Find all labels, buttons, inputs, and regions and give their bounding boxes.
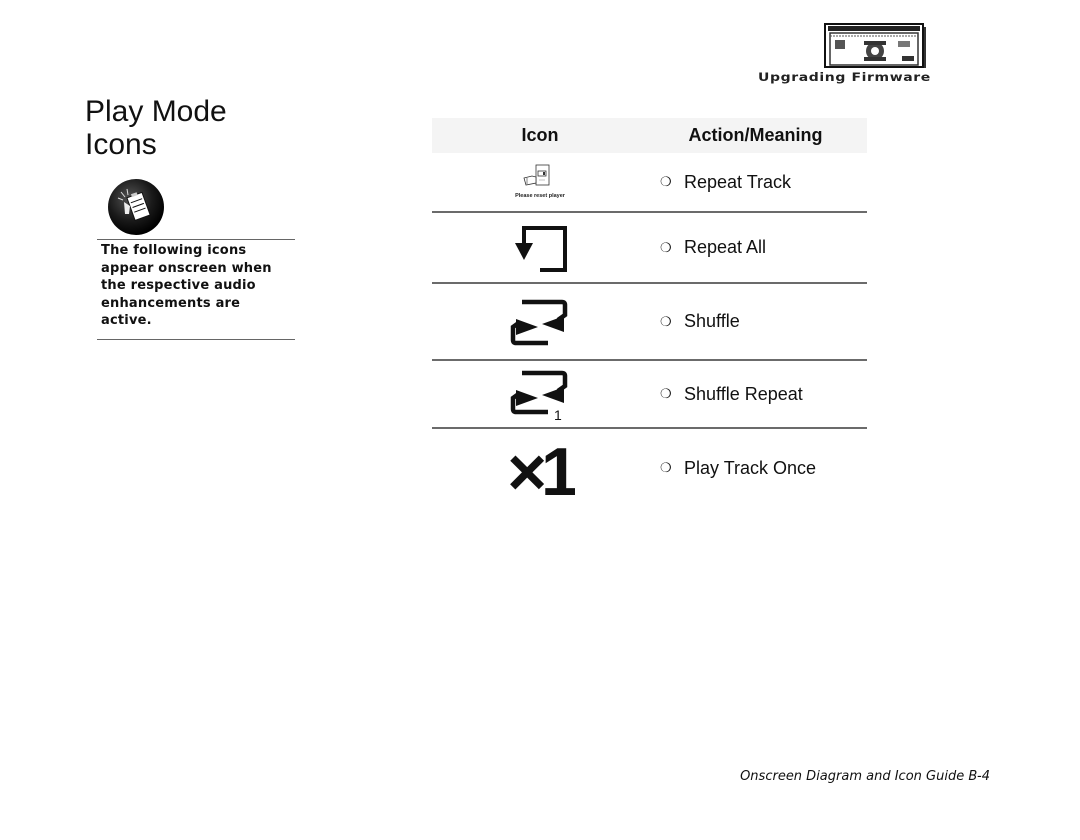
bullet-icon: ❍ bbox=[660, 239, 672, 255]
note-clipboard-icon bbox=[107, 178, 165, 236]
play-mode-icon-table: Icon Action/Meaning Please reset player … bbox=[432, 118, 867, 507]
column-header-icon: Icon bbox=[521, 125, 559, 145]
firmware-window-icon bbox=[824, 23, 926, 69]
action-label: Play Track Once bbox=[684, 457, 817, 478]
action-cell: ❍ Shuffle Repeat bbox=[648, 384, 867, 405]
bullet-icon: ❍ bbox=[660, 313, 672, 329]
shuffle-repeat-icon: 1 bbox=[432, 368, 648, 420]
action-cell: ❍ Repeat All bbox=[648, 237, 867, 258]
page-title-line1: Play Mode bbox=[85, 95, 227, 128]
bullet-icon: ❍ bbox=[660, 386, 672, 401]
icon-caption: Please reset player bbox=[515, 193, 566, 199]
action-cell: ❍ Shuffle bbox=[648, 311, 867, 332]
note-text: The following icons appear onscreen when… bbox=[101, 243, 272, 328]
table-row: ❍ Repeat All bbox=[432, 213, 867, 284]
play-track-once-icon: ×1 bbox=[432, 436, 648, 500]
action-label: Repeat Track bbox=[684, 171, 792, 192]
icon-badge: 1 bbox=[554, 407, 562, 420]
table-row: ❍ Shuffle bbox=[432, 284, 867, 361]
bullet-icon: ❍ bbox=[660, 174, 672, 189]
page-title: Play Mode Icons bbox=[85, 95, 227, 161]
action-cell: ❍ Play Track Once bbox=[648, 458, 867, 479]
action-label: Shuffle bbox=[684, 311, 740, 331]
bullet-icon: ❍ bbox=[660, 460, 672, 475]
repeat-all-icon bbox=[432, 223, 648, 273]
action-label: Repeat All bbox=[684, 237, 767, 257]
note-box: The following icons appear onscreen when… bbox=[97, 239, 295, 340]
table-row: Please reset player ❍ Repeat Track bbox=[432, 153, 867, 213]
section-caption: Upgrading Firmware bbox=[758, 71, 931, 85]
table-row: ×1 ❍ Play Track Once bbox=[432, 429, 867, 507]
column-header-action: Action/Meaning bbox=[688, 125, 823, 145]
table-header: Icon Action/Meaning bbox=[432, 118, 867, 153]
page-title-line2: Icons bbox=[85, 128, 157, 161]
action-label: Shuffle Repeat bbox=[684, 383, 803, 404]
table-row: 1 ❍ Shuffle Repeat bbox=[432, 361, 867, 429]
icon-label: ×1 bbox=[507, 436, 575, 500]
repeat-track-icon: Please reset player bbox=[432, 164, 648, 200]
page-footer: Onscreen Diagram and Icon Guide B-4 bbox=[740, 769, 990, 784]
shuffle-icon bbox=[432, 297, 648, 347]
action-cell: ❍ Repeat Track bbox=[648, 172, 867, 193]
